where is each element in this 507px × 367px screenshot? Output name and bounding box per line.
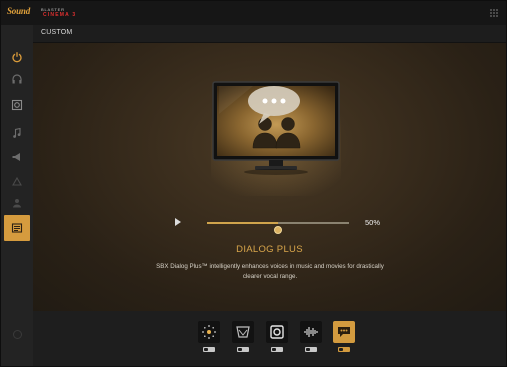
window-menu-icon[interactable] bbox=[490, 9, 499, 18]
sbx-icon bbox=[11, 223, 23, 233]
play-icon[interactable] bbox=[175, 218, 181, 226]
intensity-slider-row: 50% bbox=[173, 215, 393, 234]
headphone-icon bbox=[12, 74, 22, 84]
dialog-plus-button[interactable] bbox=[333, 321, 355, 343]
surround-button[interactable] bbox=[198, 321, 220, 343]
content-header: CUSTOM bbox=[33, 25, 506, 43]
bass-button[interactable] bbox=[266, 321, 288, 343]
title-bar: Sound BLASTER CINEMA 3 bbox=[1, 1, 506, 25]
profile-label[interactable]: CUSTOM bbox=[41, 29, 72, 36]
speaker-icon bbox=[11, 99, 23, 111]
dialog-plus-toggle[interactable] bbox=[338, 347, 350, 352]
feature-stage: 50% DIALOG PLUS SBX Dialog Plus™ intelli… bbox=[33, 43, 506, 311]
surround-toggle[interactable] bbox=[203, 347, 215, 352]
dialog-plus-icon bbox=[338, 327, 350, 337]
effects-bar bbox=[33, 311, 506, 366]
sidebar-item-music[interactable] bbox=[5, 121, 29, 145]
feature-description: SBX Dialog Plus™ intelligently enhances … bbox=[156, 263, 384, 280]
stage-icon bbox=[12, 176, 22, 186]
crystalizer-toggle[interactable] bbox=[237, 347, 249, 352]
feature-title: DIALOG PLUS bbox=[236, 244, 303, 255]
sidebar-item-sbx[interactable] bbox=[4, 215, 30, 241]
sidebar-item-power[interactable] bbox=[5, 45, 29, 69]
bass-toggle[interactable] bbox=[271, 347, 283, 352]
slider-thumb[interactable] bbox=[274, 226, 282, 234]
person-icon bbox=[13, 199, 21, 208]
effect-bass[interactable] bbox=[266, 321, 288, 352]
bass-icon bbox=[270, 325, 284, 339]
music-note-icon bbox=[13, 127, 21, 138]
surround-icon bbox=[202, 325, 216, 339]
crystalizer-icon bbox=[236, 326, 250, 338]
logo-sound-text: Sound bbox=[7, 6, 31, 16]
power-icon bbox=[12, 52, 22, 63]
sidebar-settings-icon[interactable] bbox=[13, 330, 22, 339]
effect-smart-volume[interactable] bbox=[300, 321, 322, 352]
effect-surround[interactable] bbox=[198, 321, 220, 352]
sidebar-item-speaker[interactable] bbox=[5, 93, 29, 117]
slider-value: 50% bbox=[365, 218, 381, 227]
intensity-slider[interactable] bbox=[207, 222, 349, 234]
app-window: Sound BLASTER CINEMA 3 CUSTOM 50% DIALOG… bbox=[0, 0, 507, 367]
app-logo: Sound BLASTER CINEMA 3 bbox=[7, 6, 75, 19]
logo-cinema-text: CINEMA 3 bbox=[43, 12, 77, 18]
tv-dialog-illustration bbox=[211, 81, 341, 196]
sidebar-item-person[interactable] bbox=[5, 191, 29, 215]
smart-volume-button[interactable] bbox=[300, 321, 322, 343]
smart-volume-icon bbox=[304, 327, 318, 337]
smart-volume-toggle[interactable] bbox=[305, 347, 317, 352]
effect-dialog-plus[interactable] bbox=[333, 321, 355, 352]
sidebar-item-headphones[interactable] bbox=[5, 67, 29, 91]
effect-crystalizer[interactable] bbox=[232, 321, 254, 352]
sidebar bbox=[1, 25, 33, 366]
sidebar-item-stage[interactable] bbox=[5, 169, 29, 193]
crystalizer-button[interactable] bbox=[232, 321, 254, 343]
slider-fill bbox=[207, 222, 278, 224]
megaphone-icon bbox=[12, 153, 20, 161]
sidebar-item-megaphone[interactable] bbox=[5, 145, 29, 169]
